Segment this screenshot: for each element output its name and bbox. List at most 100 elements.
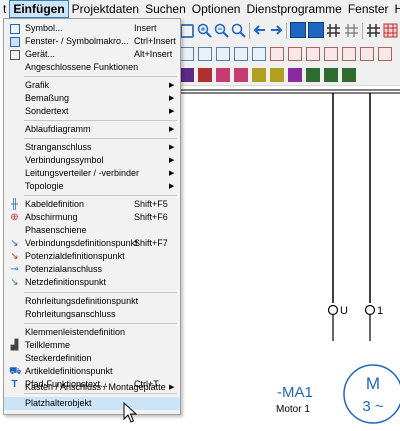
plc-d-icon[interactable] [234, 68, 248, 82]
submenu-arrow-icon: ▶ [169, 170, 175, 177]
menu-projektdaten[interactable]: Projektdaten [69, 0, 142, 18]
menu-item-steckerdefinition[interactable]: Steckerdefinition [4, 352, 180, 365]
menu-item-netzdefinitionspunkt[interactable]: ↘ Netzdefinitionspunkt [4, 276, 180, 289]
menu-item-grafik[interactable]: Grafik ▶ [4, 79, 180, 92]
part-definition-point-icon: ⛟ [9, 366, 22, 377]
plc-c-icon[interactable] [216, 68, 230, 82]
menu-item-platzhalterobjekt[interactable]: Platzhalterobjekt [4, 397, 180, 410]
schematic-canvas[interactable]: U 1 M 3 ~ -MA1 Motor 1 [178, 86, 400, 431]
shielding-icon: ⊕ [10, 212, 19, 223]
menu-item-device[interactable]: Gerät... Alt+Insert [4, 48, 180, 61]
menu-item-teilklemme[interactable]: ▟ Teilklemme [4, 339, 180, 352]
menu-item-ablaufdiagramm[interactable]: Ablaufdiagramm ▶ [4, 123, 180, 136]
submenu-arrow-icon: ▶ [169, 144, 175, 151]
menu-item-rohrleitungsdefinitionspunkt[interactable]: Rohrleitungsdefinitionspunkt [4, 295, 180, 308]
contact-tool-icon[interactable] [252, 47, 266, 61]
grid-d-icon[interactable] [383, 23, 398, 38]
plc-a-icon[interactable] [180, 68, 194, 82]
grid-snap-icon[interactable] [290, 22, 306, 38]
device-tool-icon[interactable] [216, 47, 230, 61]
symbol-tool-icon[interactable] [180, 47, 194, 61]
menu-item-window-macro[interactable]: Fenster- / Symbolmakro... Ctrl+Insert [4, 35, 180, 48]
symbol-icon [10, 24, 20, 34]
toolbar-row-3 [178, 65, 400, 86]
menu-optionen[interactable]: Optionen [189, 0, 244, 18]
device-description: Motor 1 [276, 404, 310, 415]
terminal-right-label: 1 [377, 305, 383, 317]
zoom-out-icon[interactable] [214, 23, 229, 38]
cable-definition-icon: ╫ [10, 199, 19, 210]
submenu-arrow-icon: ▶ [169, 384, 175, 391]
zoom-window-icon[interactable] [231, 23, 246, 38]
menu-item-sondertext[interactable]: Sondertext ▶ [4, 105, 180, 118]
arrow-left-icon[interactable] [253, 23, 267, 37]
menu-item-bemassung[interactable]: Bemaßung ▶ [4, 92, 180, 105]
menu-dienstprogramme[interactable]: Dienstprogramme [243, 0, 344, 18]
macro-tool-icon[interactable] [198, 47, 212, 61]
zoom-in-icon[interactable] [197, 23, 212, 38]
terminal-left-label: U [340, 305, 348, 317]
connection-a-icon[interactable] [270, 47, 284, 61]
insert-menu: Symbol... Insert Fenster- / Symbolmakro.… [3, 18, 181, 415]
menu-ansicht-partial[interactable]: t [0, 0, 9, 18]
toolbar-row-2 [178, 44, 400, 65]
connection-g-icon[interactable] [378, 47, 392, 61]
menu-item-abschirmung[interactable]: ⊕ Abschirmung Shift+F6 [4, 211, 180, 224]
submenu-arrow-icon: ▶ [169, 183, 175, 190]
potential-connection-icon: ⊸ [10, 264, 19, 275]
plc-i-icon[interactable] [324, 68, 338, 82]
menu-item-kabeldefinition[interactable]: ╫ Kabeldefinition Shift+F5 [4, 198, 180, 211]
terminal-left-icon [327, 304, 339, 316]
mouse-pointer-icon [123, 402, 137, 423]
terminal-tool-icon[interactable] [234, 47, 248, 61]
menu-hilfe[interactable]: Hilfe [392, 0, 400, 18]
menu-item-symbol[interactable]: Symbol... Insert [4, 22, 180, 35]
menu-fenster[interactable]: Fenster [345, 0, 392, 18]
network-definition-point-icon: ↘ [10, 277, 19, 288]
menu-item-kasten-anschluss[interactable]: Kasten / Anschluss / Montageplatte ▶ [4, 381, 180, 394]
grid-b-icon[interactable] [344, 23, 359, 38]
menu-item-stranganschluss[interactable]: Stranganschluss ▶ [4, 141, 180, 154]
connection-d-icon[interactable] [324, 47, 338, 61]
menu-item-potenzialdefinitionspunkt[interactable]: ↘ Potenzialdefinitionspunkt [4, 250, 180, 263]
plc-b-icon[interactable] [198, 68, 212, 82]
connection-f-icon[interactable] [360, 47, 374, 61]
submenu-arrow-icon: ▶ [169, 95, 175, 102]
window-macro-icon [10, 37, 20, 47]
toolbar-row-1 [178, 18, 400, 44]
device-tag: -MA1 [277, 384, 313, 401]
menu-item-phasenschiene[interactable]: Phasenschiene [4, 224, 180, 237]
menu-item-leitungsverteiler[interactable]: Leitungsverteiler / -verbinder ▶ [4, 167, 180, 180]
menu-item-rohrleitungsanschluss[interactable]: Rohrleitungsanschluss [4, 308, 180, 321]
connection-definition-point-icon: ↘ [10, 238, 19, 249]
menu-item-connected-functions[interactable]: Angeschlossene Funktionen [4, 61, 180, 74]
submenu-arrow-icon: ▶ [169, 82, 175, 89]
plc-f-icon[interactable] [270, 68, 284, 82]
menubar: t Einfügen Projektdaten Suchen Optionen Diens… [0, 0, 400, 18]
menu-suchen[interactable]: Suchen [142, 0, 189, 18]
plc-j-icon[interactable] [342, 68, 356, 82]
redraw-icon[interactable] [180, 24, 194, 38]
connection-e-icon[interactable] [342, 47, 356, 61]
menu-item-potenzialanschluss[interactable]: ⊸ Potenzialanschluss [4, 263, 180, 276]
plc-h-icon[interactable] [306, 68, 320, 82]
connection-c-icon[interactable] [306, 47, 320, 61]
menu-einfuegen[interactable]: Einfügen [9, 0, 69, 18]
menu-item-verbindungsdefinitionspunkt[interactable]: ↘ Verbindungsdefinitionspunkt Shift+F7 [4, 237, 180, 250]
grid-c-icon[interactable] [366, 23, 381, 38]
partial-terminal-icon: ▟ [10, 340, 19, 351]
motor-letter: M [366, 374, 380, 393]
plc-g-icon[interactable] [288, 68, 302, 82]
submenu-arrow-icon: ▶ [169, 108, 175, 115]
menu-item-verbindungssymbol[interactable]: Verbindungssymbol ▶ [4, 154, 180, 167]
connection-b-icon[interactable] [288, 47, 302, 61]
menu-item-topologie[interactable]: Topologie ▶ [4, 180, 180, 193]
menu-item-klemmenleistendefinition[interactable]: Klemmenleistendefinition [4, 326, 180, 339]
grid-a-icon[interactable] [326, 23, 341, 38]
arrow-right-icon[interactable] [269, 23, 283, 37]
motor-schematic: U 1 M 3 ~ -MA1 Motor 1 [178, 89, 400, 424]
object-snap-icon[interactable] [308, 22, 324, 38]
plc-e-icon[interactable] [252, 68, 266, 82]
menu-item-artikeldefinitionspunkt[interactable]: ⛟ Artikeldefinitionspunkt [4, 365, 180, 378]
terminal-right-icon [364, 304, 376, 316]
